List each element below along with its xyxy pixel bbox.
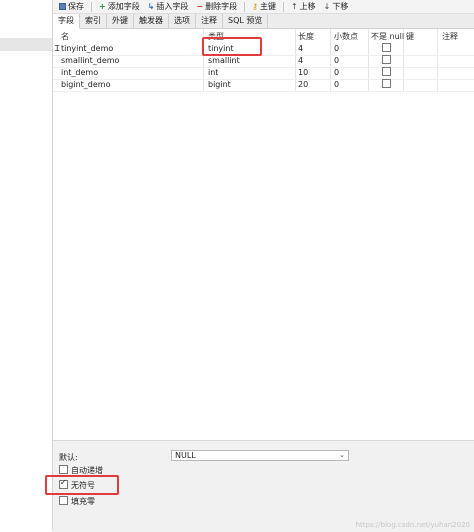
tab-foreign-keys[interactable]: 外键 xyxy=(107,14,134,28)
table-designer: 保存 + 添加字段 ↳ 插入字段 − 删除字段 ⚷ 主键 ↑ 上移 ↓ 下移 字… xyxy=(45,0,474,532)
current-row-marker-icon: Ɪ xyxy=(55,44,60,53)
field-length-cell[interactable]: 4 xyxy=(298,55,303,67)
tab-comment[interactable]: 注释 xyxy=(196,14,223,28)
field-type-cell[interactable]: int xyxy=(208,67,218,79)
not-null-checkbox-cell xyxy=(382,67,391,79)
not-null-checkbox-cell xyxy=(382,55,391,67)
tab-options[interactable]: 选项 xyxy=(169,14,196,28)
header-name[interactable]: 名 xyxy=(61,31,69,43)
field-name-cell[interactable]: smallint_demo xyxy=(61,55,119,67)
not-null-checkbox[interactable] xyxy=(382,55,391,64)
default-value-text: NULL xyxy=(175,451,196,460)
designer-tabs: 字段 索引 外键 触发器 选项 注释 SQL 预览 xyxy=(53,14,474,29)
watermark-text: https://blog.csdn.net/yuhan2020 xyxy=(355,521,470,529)
header-comment[interactable]: 注释 xyxy=(442,31,458,43)
field-name-cell[interactable]: tinyint_demo xyxy=(61,43,113,55)
toolbar-divider xyxy=(282,1,284,12)
selected-table-item[interactable] xyxy=(0,38,52,51)
arrow-up-icon: ↑ xyxy=(290,2,298,11)
field-decimal-cell[interactable]: 0 xyxy=(334,67,339,79)
table-row[interactable]: bigint_demo bigint 20 0 xyxy=(53,79,474,92)
field-properties-panel: 默认: NULL ⌄ 自动递增 无符号 填充零 https://blog.csd… xyxy=(45,440,474,532)
tab-sql-preview[interactable]: SQL 预览 xyxy=(223,14,269,28)
default-value-select[interactable]: NULL ⌄ xyxy=(171,450,349,461)
not-null-checkbox[interactable] xyxy=(382,43,391,52)
header-not-null[interactable]: 不是 null xyxy=(371,31,404,43)
zerofill-checkbox[interactable] xyxy=(59,496,68,505)
toolbar-divider xyxy=(91,1,92,12)
insert-field-button[interactable]: ↳ 插入字段 xyxy=(145,1,192,13)
arrow-down-icon: ↓ xyxy=(323,2,331,11)
header-length[interactable]: 长度 xyxy=(298,31,314,43)
toolbar-divider xyxy=(244,1,246,12)
designer-toolbar: 保存 + 添加字段 ↳ 插入字段 − 删除字段 ⚷ 主键 ↑ 上移 ↓ 下移 xyxy=(53,0,474,14)
chevron-down-icon: ⌄ xyxy=(339,451,345,459)
tab-indexes[interactable]: 索引 xyxy=(80,14,107,28)
field-type-cell[interactable]: bigint xyxy=(208,79,231,91)
move-up-button[interactable]: ↑ 上移 xyxy=(288,1,319,13)
not-null-checkbox[interactable] xyxy=(382,79,391,88)
move-down-button[interactable]: ↓ 下移 xyxy=(321,1,352,13)
delete-field-button[interactable]: − 删除字段 xyxy=(193,1,240,13)
field-decimal-cell[interactable]: 0 xyxy=(334,79,339,91)
not-null-checkbox-cell xyxy=(382,79,391,91)
add-icon: + xyxy=(99,2,106,11)
field-decimal-cell[interactable]: 0 xyxy=(334,43,339,55)
field-decimal-cell[interactable]: 0 xyxy=(334,55,339,67)
field-length-cell[interactable]: 10 xyxy=(298,67,308,79)
unsigned-highlight-box xyxy=(45,475,119,495)
field-type-cell[interactable]: smallint xyxy=(208,55,240,67)
not-null-checkbox-cell xyxy=(382,43,391,55)
auto-increment-checkbox[interactable] xyxy=(59,465,68,474)
save-icon xyxy=(59,3,66,10)
primary-key-button[interactable]: ⚷ 主键 xyxy=(249,1,279,13)
object-list-pane xyxy=(0,0,53,531)
add-field-button[interactable]: + 添加字段 xyxy=(96,1,143,13)
header-key[interactable]: 键 xyxy=(406,31,414,43)
default-label: 默认: xyxy=(59,453,78,462)
field-length-cell[interactable]: 20 xyxy=(298,79,308,91)
key-icon: ⚷ xyxy=(252,2,258,11)
tab-fields[interactable]: 字段 xyxy=(53,14,80,29)
insert-icon: ↳ xyxy=(147,2,155,11)
grid-header-row: 名 类型 长度 小数点 不是 null 键 注释 xyxy=(53,31,474,43)
zerofill-option[interactable]: 填充零 xyxy=(59,496,95,507)
tab-triggers[interactable]: 触发器 xyxy=(134,14,169,28)
field-length-cell[interactable]: 4 xyxy=(298,43,303,55)
save-button[interactable]: 保存 xyxy=(56,1,87,13)
type-highlight-box xyxy=(202,37,262,56)
field-name-cell[interactable]: bigint_demo xyxy=(61,79,111,91)
delete-icon: − xyxy=(196,2,204,11)
not-null-checkbox[interactable] xyxy=(382,67,391,76)
header-decimal[interactable]: 小数点 xyxy=(334,31,358,43)
field-name-cell[interactable]: int_demo xyxy=(61,67,98,79)
